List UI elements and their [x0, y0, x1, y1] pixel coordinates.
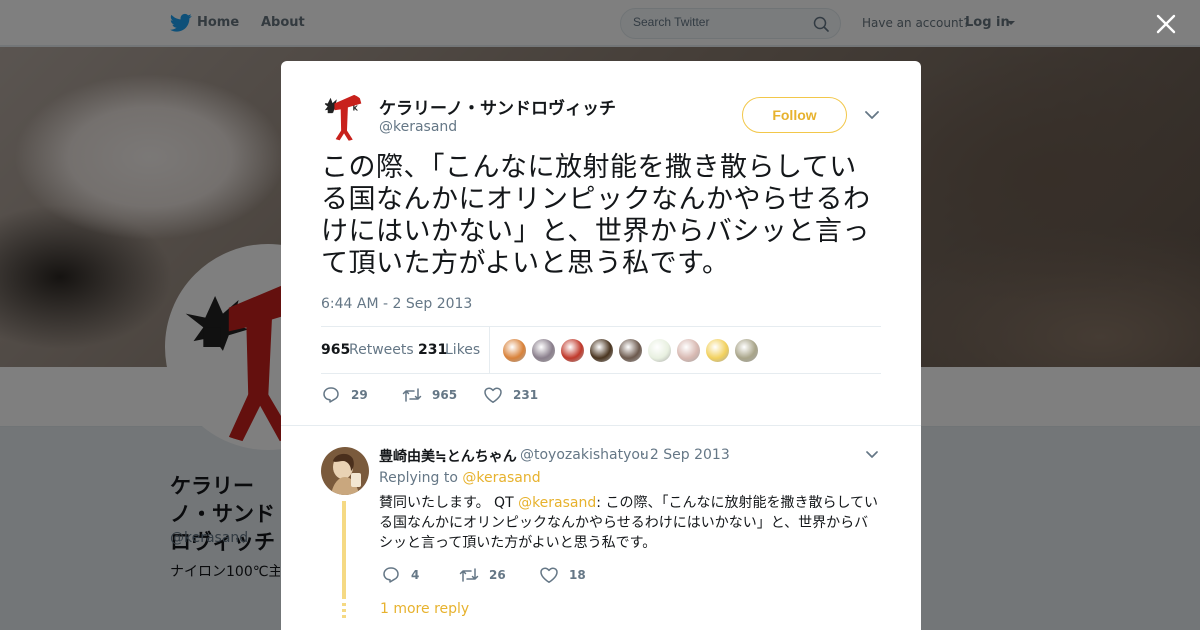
reply-date[interactable]: · 2 Sep 2013 — [641, 447, 730, 463]
reply-author-avatar[interactable] — [321, 447, 369, 495]
tweet-author-name[interactable]: ケラリーノ・サンドロヴィッチ — [379, 94, 616, 119]
reply-retweet-count: 26 — [489, 568, 506, 582]
replying-to-mention[interactable]: @kerasand — [462, 470, 540, 486]
reply-text-prefix: 賛同いたします。 QT — [379, 495, 519, 511]
tweet-author-handle[interactable]: @kerasand — [379, 119, 457, 135]
thread-connector-line — [342, 501, 346, 599]
tweet-stats: 965 Retweets 231 Likes — [321, 326, 881, 374]
follow-button[interactable]: Follow — [742, 97, 847, 133]
replying-to-prefix: Replying to — [379, 470, 458, 486]
like-count[interactable]: 231 — [418, 342, 447, 358]
reply-like-count: 18 — [569, 568, 586, 582]
tweet-author-avatar[interactable]: K — [321, 93, 369, 141]
liker-avatar[interactable] — [734, 338, 759, 363]
reply-count: 29 — [351, 388, 368, 402]
liker-avatar[interactable] — [589, 338, 614, 363]
stats-divider — [489, 327, 490, 373]
like-action-count: 231 — [513, 388, 539, 402]
liker-avatar[interactable] — [531, 338, 556, 363]
thread-dotted-line — [342, 603, 346, 619]
section-divider — [281, 425, 921, 426]
close-icon[interactable] — [1155, 13, 1177, 35]
svg-text:K: K — [353, 104, 359, 112]
heart-icon[interactable] — [539, 566, 559, 584]
tweet-timestamp[interactable]: 6:44 AM - 2 Sep 2013 — [321, 296, 472, 312]
heart-icon[interactable] — [483, 386, 503, 404]
reply-text: 賛同いたします。 QT @kerasand: この際、「こんなに放射能を撒き散ら… — [379, 493, 881, 553]
chevron-down-icon[interactable] — [866, 450, 878, 459]
retweet-label[interactable]: Retweets — [349, 342, 414, 358]
liker-avatar[interactable] — [676, 338, 701, 363]
retweet-icon[interactable] — [402, 386, 422, 404]
liker-avatar[interactable] — [705, 338, 730, 363]
chevron-down-icon[interactable] — [865, 110, 879, 120]
reply-text-mention[interactable]: @kerasand — [518, 495, 596, 511]
liker-avatars — [502, 338, 763, 363]
reply-reply-count: 4 — [411, 568, 420, 582]
tweet-modal: K ケラリーノ・サンドロヴィッチ @kerasand Follow この際、「こ… — [281, 61, 921, 630]
reply-icon[interactable] — [381, 566, 401, 584]
retweet-action-count: 965 — [432, 388, 458, 402]
more-replies-link[interactable]: 1 more reply — [380, 601, 469, 617]
reply-icon[interactable] — [321, 386, 341, 404]
retweet-count[interactable]: 965 — [321, 342, 350, 358]
reply-author-handle[interactable]: @toyozakishatyou — [520, 447, 649, 463]
liker-avatar[interactable] — [618, 338, 643, 363]
reply-author-name[interactable]: 豊崎由美≒とんちゃん — [379, 446, 517, 466]
tweet-text: この際、「こんなに放射能を撒き散らしている国なんかにオリンピックなんかやらせるわ… — [321, 152, 871, 279]
retweet-icon[interactable] — [459, 566, 479, 584]
avatar-photo-image — [321, 447, 369, 495]
replying-to: Replying to @kerasand — [379, 470, 541, 486]
liker-avatar[interactable] — [560, 338, 585, 363]
liker-avatar[interactable] — [502, 338, 527, 363]
avatar-logo-image: K — [321, 93, 369, 141]
liker-avatar[interactable] — [647, 338, 672, 363]
like-label[interactable]: Likes — [445, 342, 480, 358]
